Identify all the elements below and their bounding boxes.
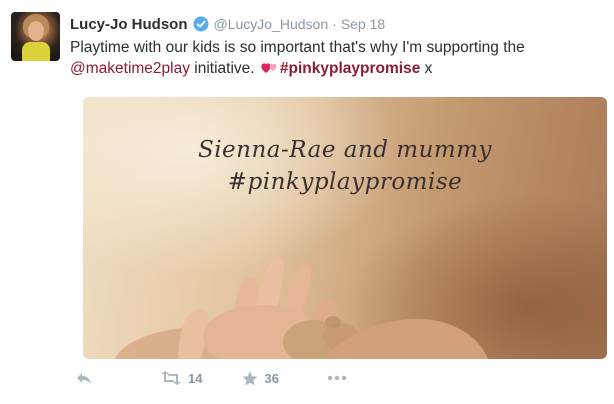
photo-caption-line1: Sienna-Rae and mummy — [197, 137, 493, 163]
user-handle[interactable]: @LucyJo_Hudson — [214, 16, 329, 32]
hashtag-link[interactable]: #pinkyplaypromise — [280, 60, 420, 77]
photo-caption-line2: #pinkyplaypromise — [227, 169, 463, 195]
favorite-button[interactable]: 36 — [242, 370, 279, 386]
hearts-emoji-icon — [261, 63, 277, 73]
retweet-button[interactable]: 14 — [160, 371, 202, 386]
favorite-star-icon — [243, 371, 258, 385]
separator-dot: · — [332, 16, 337, 32]
reply-icon — [77, 373, 91, 384]
favorite-count: 36 — [264, 370, 279, 386]
retweet-count: 14 — [188, 370, 203, 386]
tweet-text-end: x — [420, 60, 433, 77]
avatar-top — [22, 42, 50, 61]
reply-button[interactable] — [76, 371, 92, 385]
mention-link[interactable]: @maketime2play — [70, 60, 190, 77]
tweet-text: Playtime with our kids is so important t… — [70, 37, 610, 79]
tweet-header: Lucy-Jo Hudson @LucyJo_Hudson · Sep 18 — [70, 14, 385, 34]
tweet-timestamp[interactable]: Sep 18 — [341, 16, 385, 32]
avatar[interactable] — [11, 12, 60, 61]
tweet-text-line1: Playtime with our kids is so important t… — [70, 39, 525, 56]
tweet-actions: 14 36 — [76, 368, 347, 388]
tweet-photo[interactable]: Sienna-Rae and mummy #pinkyplaypromise — [83, 97, 607, 359]
more-button[interactable] — [327, 375, 347, 381]
verified-badge-icon — [193, 16, 209, 32]
retweet-icon — [161, 371, 181, 385]
display-name[interactable]: Lucy-Jo Hudson — [70, 16, 188, 33]
more-icon — [327, 375, 347, 381]
avatar-face — [28, 21, 44, 41]
tweet-text-middle: initiative. — [189, 60, 259, 77]
